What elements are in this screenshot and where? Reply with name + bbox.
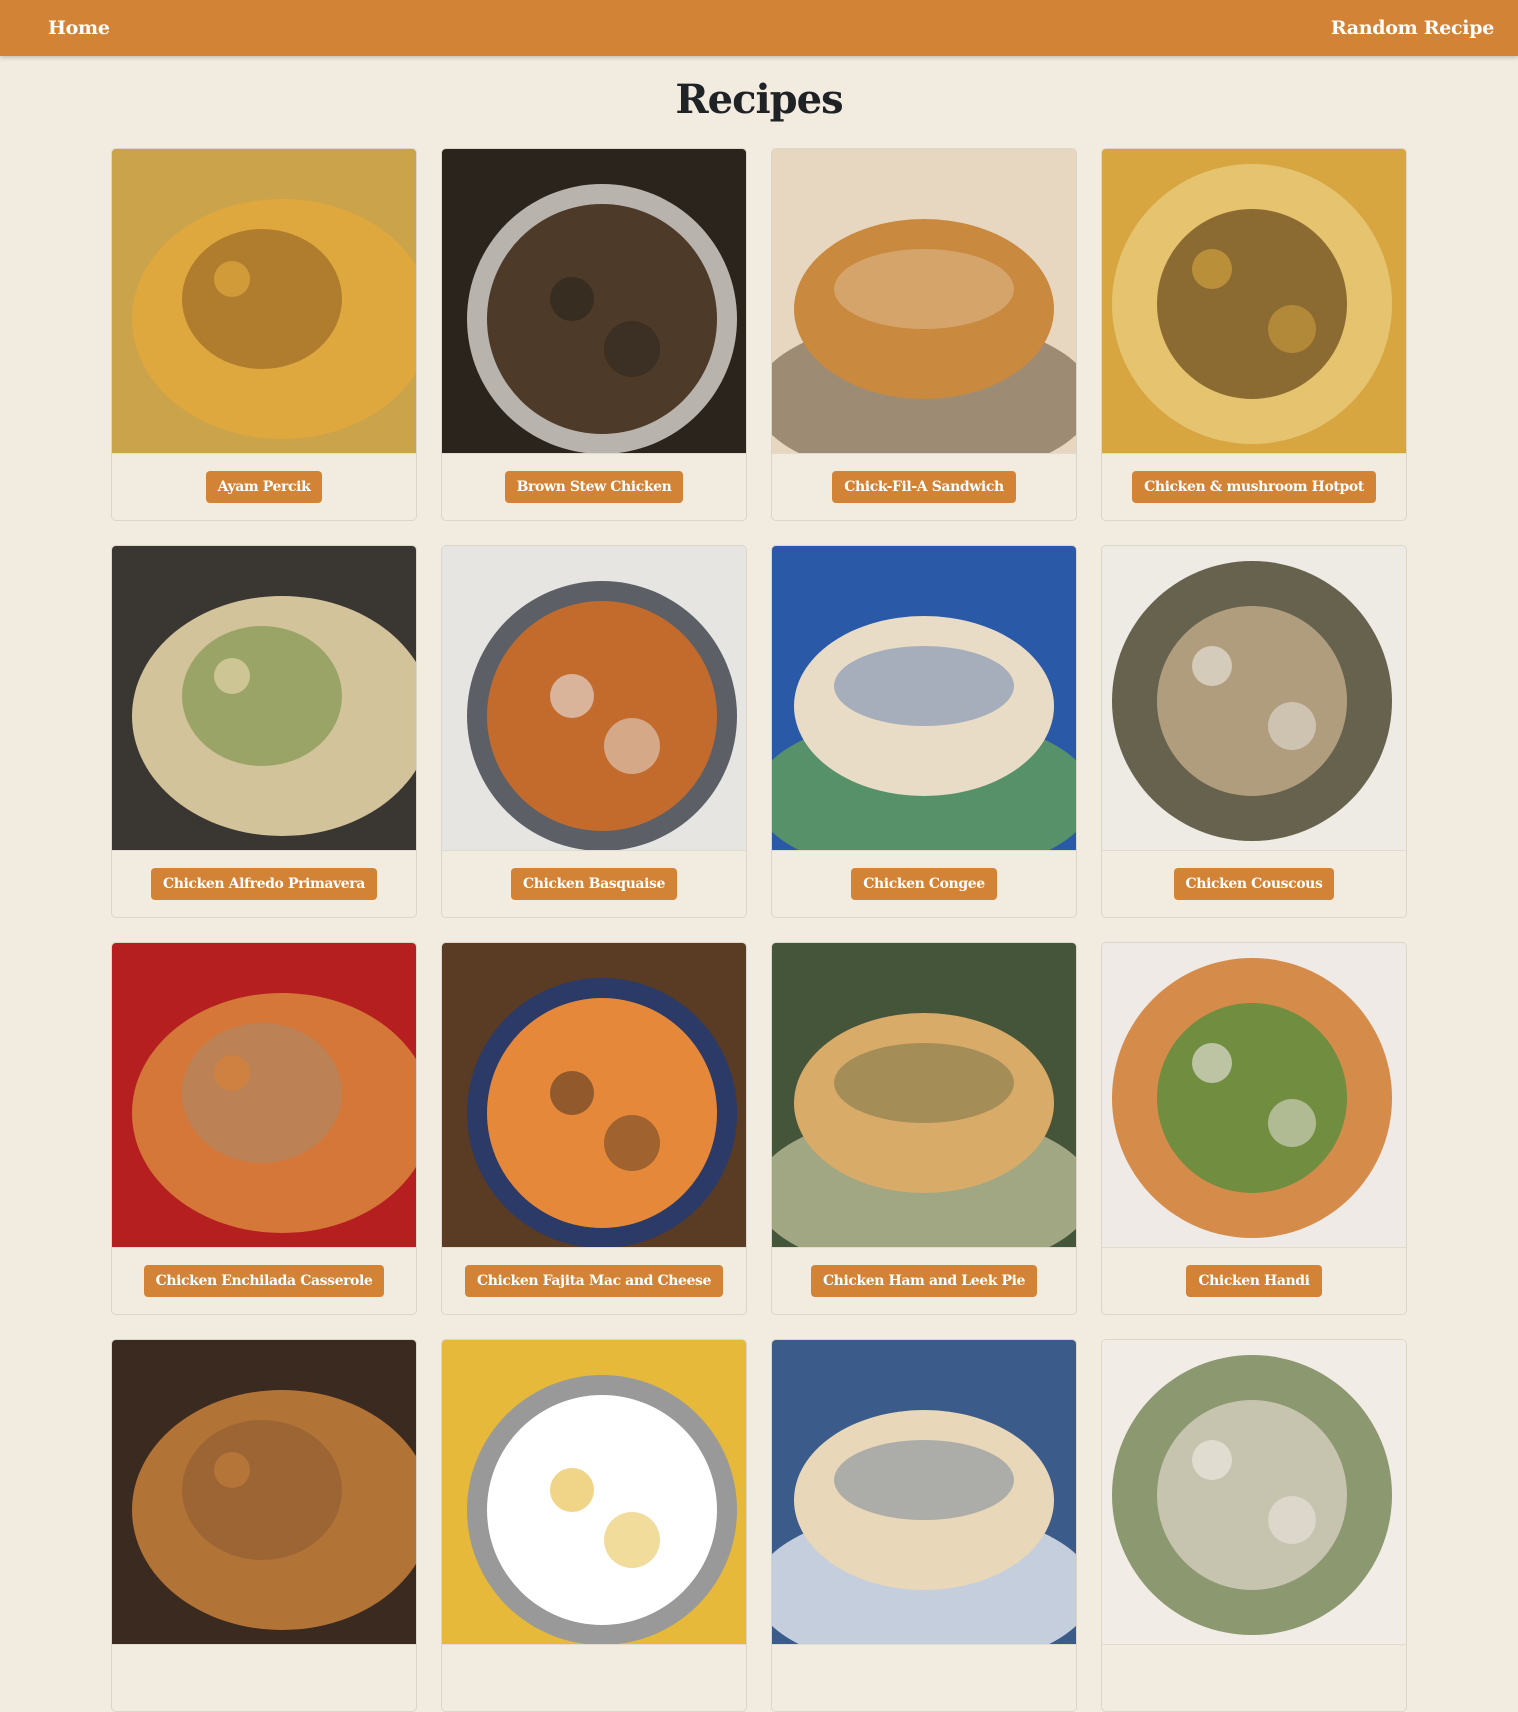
recipe-card [441,1339,747,1712]
recipe-name-button[interactable]: Ayam Percik [205,471,323,503]
recipe-photo-placeholder [772,1340,1076,1644]
recipe-card-body: Chicken Basquaise [442,850,746,917]
recipe-name-button[interactable]: Chicken Basquaise [511,868,677,900]
recipe-name-button[interactable]: Chicken Ham and Leek Pie [810,1265,1038,1297]
recipe-image[interactable] [1102,546,1406,850]
recipe-image[interactable] [112,943,416,1247]
recipe-image[interactable] [1102,1340,1406,1644]
recipe-photo-placeholder [1102,943,1406,1247]
recipe-card-body: Chicken Ham and Leek Pie [772,1247,1076,1314]
recipe-name-button[interactable]: Chick-Fil-A Sandwich [832,471,1016,503]
recipe-card-body: Brown Stew Chicken [442,453,746,520]
recipe-image[interactable] [772,1340,1076,1644]
recipe-image[interactable] [442,149,746,453]
recipe-card: Chicken Alfredo Primavera [111,545,417,918]
nav-home-link[interactable]: Home [48,17,110,39]
recipe-name-button[interactable]: Chicken Fajita Mac and Cheese [464,1265,724,1297]
recipe-image[interactable] [442,943,746,1247]
recipe-name-button[interactable]: Chicken Couscous [1173,868,1335,900]
recipe-card [1101,1339,1407,1712]
recipe-card: Chicken & mushroom Hotpot [1101,148,1407,521]
recipe-photo-placeholder [1102,1340,1406,1644]
recipe-card: Chicken Enchilada Casserole [111,942,417,1315]
recipe-image[interactable] [112,1340,416,1644]
recipe-name-button[interactable]: Chicken Alfredo Primavera [151,868,377,900]
page-title: Recipes [675,76,843,123]
recipe-image[interactable] [772,546,1076,850]
recipe-image[interactable] [772,149,1076,453]
recipe-photo-placeholder [442,943,746,1247]
recipe-card: Chicken Handi [1101,942,1407,1315]
recipe-image[interactable] [442,1340,746,1644]
recipe-photo-placeholder [442,149,746,453]
recipe-photo-placeholder [772,546,1076,850]
recipe-name-button[interactable]: Brown Stew Chicken [504,471,684,503]
recipe-photo-placeholder [1102,149,1406,453]
recipe-photo-placeholder [112,546,416,850]
recipe-card: Brown Stew Chicken [441,148,747,521]
recipe-card-body: Chicken & mushroom Hotpot [1102,453,1406,520]
recipe-card: Ayam Percik [111,148,417,521]
recipe-card: Chicken Congee [771,545,1077,918]
recipe-image[interactable] [442,546,746,850]
recipe-card: Chicken Couscous [1101,545,1407,918]
recipe-name-button[interactable]: Chicken & mushroom Hotpot [1132,471,1376,503]
recipe-card: Chicken Basquaise [441,545,747,918]
recipe-card-body: Chicken Couscous [1102,850,1406,917]
recipe-card-body: Chicken Congee [772,850,1076,917]
navbar: Home Random Recipe [0,0,1518,56]
recipe-photo-placeholder [1102,546,1406,850]
recipe-name-button[interactable]: Chicken Congee [851,868,997,900]
recipe-photo-placeholder [772,149,1076,453]
recipe-card-body [112,1644,416,1711]
recipe-card-body: Chicken Fajita Mac and Cheese [442,1247,746,1314]
recipe-photo-placeholder [442,546,746,850]
recipe-card-body [772,1644,1076,1711]
recipe-card-body: Chicken Alfredo Primavera [112,850,416,917]
recipe-photo-placeholder [442,1340,746,1644]
recipe-photo-placeholder [112,149,416,453]
recipe-name-button[interactable]: Chicken Handi [1186,1265,1322,1297]
recipe-card-body: Ayam Percik [112,453,416,520]
recipe-card [111,1339,417,1712]
recipe-card-body [442,1644,746,1711]
recipe-name-button[interactable]: Chicken Enchilada Casserole [143,1265,385,1297]
recipe-grid: Ayam Percik Brown Stew Chicken Chick-Fil… [111,148,1407,1712]
recipe-photo-placeholder [112,1340,416,1644]
recipe-card-body: Chicken Enchilada Casserole [112,1247,416,1314]
recipe-card: Chicken Fajita Mac and Cheese [441,942,747,1315]
recipe-photo-placeholder [112,943,416,1247]
recipe-card-body: Chick-Fil-A Sandwich [772,453,1076,520]
recipe-image[interactable] [112,546,416,850]
recipe-image[interactable] [772,943,1076,1247]
recipe-card: Chick-Fil-A Sandwich [771,148,1077,521]
recipe-image[interactable] [112,149,416,453]
recipe-card [771,1339,1077,1712]
recipe-card: Chicken Ham and Leek Pie [771,942,1077,1315]
nav-random-recipe-link[interactable]: Random Recipe [1331,17,1494,39]
recipe-image[interactable] [1102,149,1406,453]
recipe-photo-placeholder [772,943,1076,1247]
recipe-card-body [1102,1644,1406,1711]
recipe-card-body: Chicken Handi [1102,1247,1406,1314]
recipe-image[interactable] [1102,943,1406,1247]
